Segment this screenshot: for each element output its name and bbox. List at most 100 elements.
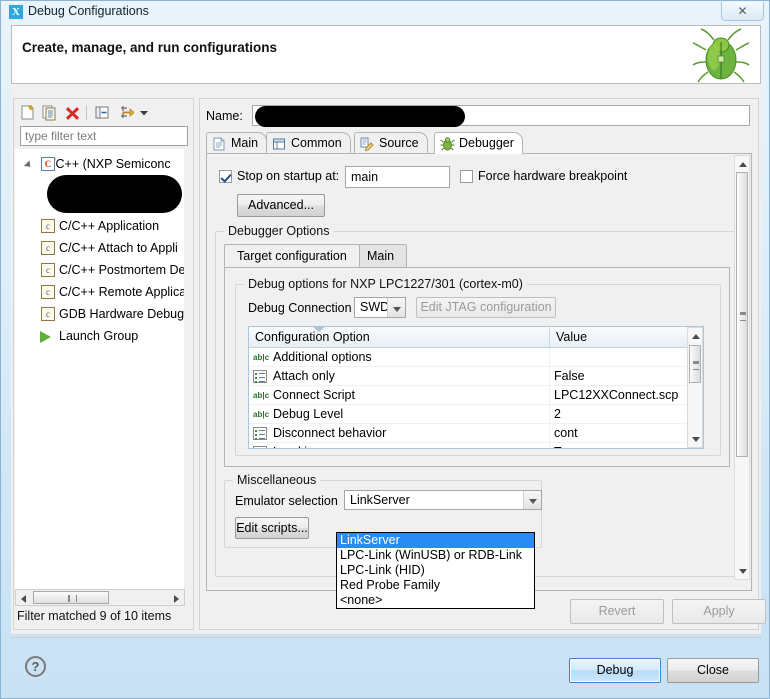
configuration-options-table[interactable]: Configuration Option Value ab|c Addition…: [248, 326, 704, 449]
stop-on-startup-checkbox[interactable]: [219, 170, 232, 183]
column-header-value[interactable]: Value: [550, 327, 587, 347]
expand-arrow-icon[interactable]: [23, 160, 34, 170]
chevron-down-icon[interactable]: [138, 104, 150, 121]
force-hardware-breakpoint-checkbox[interactable]: [460, 170, 473, 183]
tree-item-launch-group[interactable]: Launch Group: [15, 325, 184, 347]
filter-icon[interactable]: [117, 104, 134, 121]
inner-tab-main[interactable]: Main: [354, 244, 408, 267]
dropdown-option-lpc-link-hid[interactable]: LPC-Link (HID): [337, 563, 534, 578]
option-value: LPC12XXConnect.scp: [554, 388, 679, 402]
new-configuration-icon[interactable]: [19, 104, 36, 121]
option-value: True: [554, 444, 579, 448]
apply-button[interactable]: Apply: [672, 599, 766, 624]
tree-item-redacted[interactable]: [15, 175, 184, 215]
force-hardware-breakpoint-label: Force hardware breakpoint: [478, 169, 628, 183]
scrollbar-thumb[interactable]: [689, 345, 701, 383]
tree-item-c-cpp-remote[interactable]: c C/C++ Remote Applica: [15, 281, 184, 303]
inner-tab-target-configuration[interactable]: Target configuration: [224, 244, 360, 267]
scroll-right-arrow-icon[interactable]: [174, 595, 179, 603]
tab-common[interactable]: Common: [266, 132, 351, 154]
abc-icon: ab|c: [253, 353, 270, 362]
emulator-selection-combo[interactable]: LinkServer: [344, 490, 542, 510]
name-row: Name:: [206, 105, 752, 127]
scroll-down-arrow-icon[interactable]: [688, 432, 702, 447]
tree-item-c-cpp-postmortem[interactable]: c C/C++ Postmortem De: [15, 259, 184, 281]
tab-source[interactable]: Source: [354, 132, 428, 154]
option-name: Disconnect behavior: [273, 426, 387, 440]
filter-status-label: Filter matched 9 of 10 items: [17, 609, 172, 623]
scroll-down-arrow-icon[interactable]: [735, 564, 749, 579]
collapse-all-icon[interactable]: [94, 104, 111, 121]
dropdown-option-red-probe-family[interactable]: Red Probe Family: [337, 578, 534, 593]
inner-tab-label: Main: [367, 249, 395, 263]
configurations-tree[interactable]: C C/C++ (NXP Semiconc c C/C++ Applicatio…: [15, 149, 184, 589]
name-input[interactable]: [252, 105, 750, 127]
tree-horizontal-scrollbar[interactable]: [15, 589, 185, 606]
scroll-up-arrow-icon[interactable]: [688, 328, 702, 343]
tree-item-c-cpp-attach[interactable]: c C/C++ Attach to Appli: [15, 237, 184, 259]
delete-configuration-icon[interactable]: [64, 104, 81, 121]
dropdown-option-lpc-link-winusb[interactable]: LPC-Link (WinUSB) or RDB-Link: [337, 548, 534, 563]
table-header-row: Configuration Option Value: [249, 327, 703, 348]
name-label: Name:: [206, 109, 243, 123]
emulator-selection-dropdown[interactable]: LinkServer LPC-Link (WinUSB) or RDB-Link…: [336, 532, 535, 609]
table-icon: [273, 138, 285, 150]
stop-on-startup-input[interactable]: main: [345, 166, 450, 188]
scrollbar-thumb[interactable]: [736, 172, 748, 457]
revert-button[interactable]: Revert: [570, 599, 664, 624]
close-window-button[interactable]: ✕: [721, 2, 764, 21]
option-name: Connect Script: [273, 388, 355, 402]
configurations-panel: type filter text C C/C++ (NXP Semiconc c…: [13, 98, 194, 630]
chevron-down-icon[interactable]: [523, 491, 541, 509]
scrollbar-thumb[interactable]: [33, 591, 109, 604]
edit-scripts-button[interactable]: Edit scripts...: [235, 517, 309, 539]
help-icon[interactable]: ?: [25, 656, 46, 677]
redaction-bar: [255, 106, 465, 127]
page-title: Create, manage, and run configurations: [22, 40, 278, 55]
advanced-button[interactable]: Advanced...: [237, 194, 325, 217]
column-header-configuration-option[interactable]: Configuration Option: [249, 327, 370, 347]
cell-divider: [549, 405, 550, 424]
table-row[interactable]: Load image True: [249, 443, 703, 448]
duplicate-configuration-icon[interactable]: [41, 104, 58, 121]
edit-jtag-configuration-button[interactable]: Edit JTAG configuration: [416, 297, 556, 318]
tree-item-c-cpp-application[interactable]: c C/C++ Application: [15, 215, 184, 237]
cell-divider: [549, 367, 550, 386]
table-vertical-scrollbar[interactable]: [687, 327, 703, 448]
footer-divider: [11, 637, 761, 638]
table-row[interactable]: Attach only False: [249, 367, 703, 386]
debug-connection-combo[interactable]: SWD: [354, 297, 406, 318]
table-row[interactable]: ab|c Debug Level 2: [249, 405, 703, 424]
scroll-up-arrow-icon[interactable]: [735, 156, 749, 171]
debugger-tab-panel: Stop on startup at: main Force hardware …: [206, 153, 752, 591]
table-row[interactable]: ab|c Additional options: [249, 348, 703, 367]
tree-item-gdb-hardware[interactable]: c GDB Hardware Debugg: [15, 303, 184, 325]
option-name: Load image: [273, 444, 338, 448]
cell-divider: [549, 443, 550, 448]
configurations-toolbar: [14, 99, 193, 125]
option-name: Debug Level: [273, 407, 344, 421]
tree-item-label: GDB Hardware Debugg: [59, 307, 184, 321]
debugger-panel-scrollbar[interactable]: [734, 155, 750, 580]
table-row[interactable]: ab|c Connect Script LPC12XXConnect.scp: [249, 386, 703, 405]
dropdown-option-none[interactable]: <none>: [337, 593, 534, 608]
tab-label: Debugger: [459, 136, 514, 150]
debug-options-group: Debug options for NXP LPC1227/301 (corte…: [235, 277, 721, 456]
dropdown-option-linkserver[interactable]: LinkServer: [337, 533, 534, 548]
scroll-left-arrow-icon[interactable]: [21, 595, 26, 603]
close-button[interactable]: Close: [667, 658, 759, 683]
target-configuration-panel: Debug options for NXP LPC1227/301 (corte…: [224, 267, 730, 467]
tab-main[interactable]: Main: [206, 132, 268, 154]
c-icon: c: [41, 241, 55, 255]
tab-label: Source: [379, 136, 419, 150]
c-icon: c: [41, 307, 55, 321]
debug-button[interactable]: Debug: [569, 658, 661, 683]
tree-item-c-cpp-nxp[interactable]: C C/C++ (NXP Semiconc: [15, 153, 184, 175]
chevron-down-icon[interactable]: [387, 298, 405, 317]
tab-debugger[interactable]: Debugger: [434, 132, 523, 154]
bug-icon: [440, 137, 455, 151]
table-row[interactable]: Disconnect behavior cont: [249, 424, 703, 443]
emulator-selection-label: Emulator selection: [235, 494, 338, 508]
debug-connection-value: SWD: [360, 300, 390, 314]
filter-input[interactable]: type filter text: [20, 126, 188, 146]
